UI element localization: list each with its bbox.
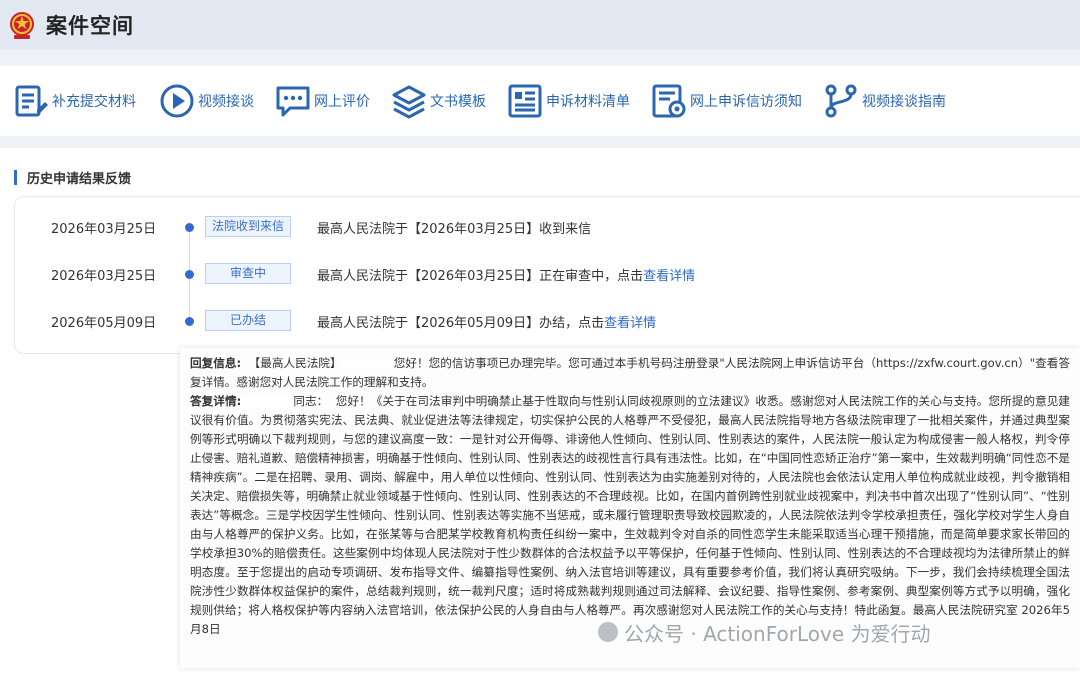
timeline-row: 2026年03月25日 审查中 最高人民法院于【2026年03月25日】正在审查…: [15, 263, 1075, 285]
view-details-link[interactable]: 查看详情: [604, 316, 656, 331]
chat-bubble-icon: [276, 86, 310, 117]
redacted-name: [341, 357, 394, 370]
reply-info-label: 回复信息:: [190, 356, 242, 370]
timeline-description: 最高人民法院于【2026年03月25日】收到来信: [317, 222, 592, 237]
tool-petition-notice[interactable]: 网上申诉信访须知: [650, 66, 802, 136]
timeline-dot: [185, 270, 194, 279]
list-document-icon: [508, 84, 542, 118]
wechat-icon: [598, 622, 618, 642]
status-badge: 审查中: [205, 263, 291, 284]
timeline-card: 2026年03月25日 法院收到来信 最高人民法院于【2026年03月25日】收…: [14, 196, 1080, 354]
reply-info-sender: 【最高人民法院】: [248, 356, 342, 370]
tool-label: 网上评价: [314, 94, 370, 110]
section-header: 历史申请结果反馈: [14, 168, 131, 187]
tool-video-interview[interactable]: 视频接谈: [158, 66, 254, 136]
timeline-dot: [185, 317, 194, 326]
app-title: 案件空间: [46, 14, 134, 38]
tool-supplement-materials[interactable]: 补充提交材料: [12, 66, 136, 136]
tool-label: 网上申诉信访须知: [690, 94, 802, 110]
reply-content: 回复信息: 【最高人民法院】 您好！您的信访事项已办理完毕。您可通过本手机号码注册…: [190, 354, 1070, 639]
branch-flow-icon: [825, 84, 857, 118]
tool-online-review[interactable]: 网上评价: [274, 66, 370, 136]
tool-label: 补充提交材料: [52, 94, 136, 110]
view-details-link[interactable]: 查看详情: [643, 269, 695, 284]
history-section: 历史申请结果反馈 2026年03月25日 法院收到来信 最高人民法院于【2026…: [0, 148, 1080, 680]
notice-document-icon: [652, 84, 686, 118]
reply-info-paragraph: 回复信息: 【最高人民法院】 您好！您的信访事项已办理完毕。您可通过本手机号码注册…: [190, 354, 1070, 392]
national-emblem-icon: [10, 12, 34, 39]
timeline-row: 2026年05月09日 已办结 最高人民法院于【2026年05月09日】办结，点…: [15, 310, 1075, 332]
video-play-icon: [160, 84, 194, 118]
section-accent-bar: [14, 170, 17, 185]
reply-detail-text: 您好！《关于在司法审判中明确禁止基于性取向与性别认同歧视原则的立法建议》收悉。感…: [190, 394, 1070, 636]
tool-label: 申诉材料清单: [546, 94, 630, 110]
redacted-name: [241, 395, 294, 408]
reply-detail-salutation: 同志：: [293, 394, 329, 408]
timeline-dot: [185, 223, 194, 232]
tool-label: 视频接谈指南: [862, 94, 946, 110]
status-badge: 已办结: [205, 310, 291, 331]
timeline-date: 2026年05月09日: [51, 316, 157, 331]
layers-icon: [392, 85, 426, 119]
watermark: 公众号 · ActionForLove 为爱行动: [598, 618, 1058, 646]
reply-detail-paragraph: 答复详情: 同志： 您好！《关于在司法审判中明确禁止基于性取向与性别认同歧视原则的…: [190, 392, 1070, 639]
tool-label: 视频接谈: [198, 94, 254, 110]
tool-video-guide[interactable]: 视频接谈指南: [822, 66, 946, 136]
reply-detail-label: 答复详情:: [190, 394, 242, 408]
tool-document-templates[interactable]: 文书模板: [390, 66, 486, 136]
document-edit-icon: [15, 85, 48, 117]
timeline-date: 2026年03月25日: [51, 222, 157, 237]
header-bar: 案件空间: [0, 0, 1080, 50]
section-title: 历史申请结果反馈: [27, 172, 132, 187]
timeline-date: 2026年03月25日: [51, 269, 157, 284]
tool-appeal-checklist[interactable]: 申诉材料清单: [506, 66, 630, 136]
timeline-row: 2026年03月25日 法院收到来信 最高人民法院于【2026年03月25日】收…: [15, 216, 1075, 238]
tool-label: 文书模板: [430, 94, 486, 110]
timeline-description: 最高人民法院于【2026年03月25日】正在审查中，点击查看详情: [317, 269, 696, 284]
quick-action-toolbar: 补充提交材料 视频接谈 网上评价 文书模板 申诉材料清单 网上申诉信访须知 视频…: [0, 66, 1080, 136]
status-badge: 法院收到来信: [205, 216, 291, 237]
watermark-text: 公众号 · ActionForLove 为爱行动: [624, 621, 931, 646]
timeline-description: 最高人民法院于【2026年05月09日】办结，点击查看详情: [317, 316, 657, 331]
